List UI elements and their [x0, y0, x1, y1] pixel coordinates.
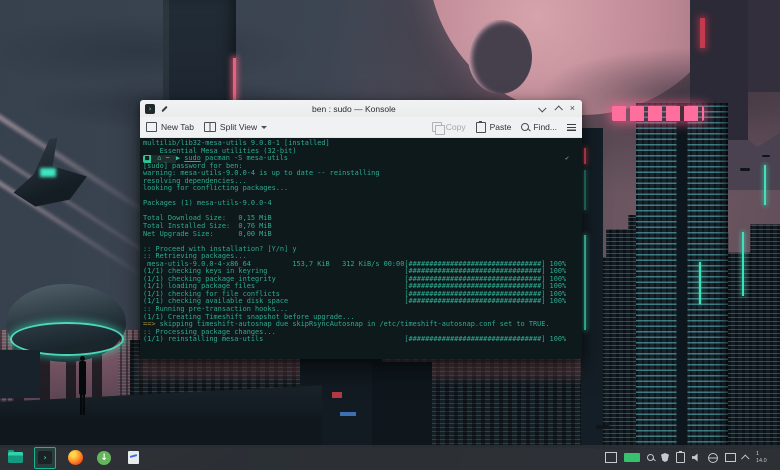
split-view-button[interactable]: Split View	[203, 122, 268, 132]
close-button[interactable]: ×	[570, 104, 575, 113]
new-tab-button[interactable]: New Tab	[146, 122, 194, 132]
wallpaper-person-silhouette	[80, 394, 85, 415]
firefox-icon	[67, 450, 83, 465]
wallpaper-red-neon	[700, 18, 705, 48]
files-icon	[7, 450, 23, 463]
wallpaper-tower	[748, 0, 780, 92]
pin-icon	[161, 105, 168, 112]
key-icon[interactable]	[647, 454, 654, 461]
wallpaper-spaceship-glow	[40, 168, 56, 177]
taskbar-item-document[interactable]	[123, 448, 143, 468]
wallpaper-teal-neon	[699, 262, 701, 304]
updater-icon	[97, 450, 111, 465]
clock[interactable]: 1 14.0	[756, 451, 780, 464]
terminal-line: Net Upgrade Size: 0,00 MiB	[143, 229, 272, 238]
find-button[interactable]: Find...	[521, 122, 557, 132]
pager-icon[interactable]	[605, 452, 617, 463]
wallpaper-teal-neon	[584, 170, 586, 210]
split-view-label: Split View	[219, 122, 258, 132]
clipboard-icon[interactable]	[676, 451, 685, 463]
task-icons	[0, 446, 143, 469]
display-icon[interactable]	[725, 453, 736, 462]
terminal-output[interactable]: multilib/lib32-mesa-utils 9.0.0-1 [insta…	[140, 138, 582, 359]
maximize-button[interactable]	[554, 104, 563, 114]
expand-caret-icon[interactable]	[741, 453, 750, 463]
paste-label: Paste	[489, 122, 512, 132]
paste-icon	[475, 120, 486, 133]
wallpaper-teal-neon	[742, 232, 744, 296]
konsole-icon	[38, 451, 52, 464]
wallpaper-roof-structure	[372, 362, 432, 445]
wallpaper-crescent-moon	[468, 20, 532, 94]
volume-icon[interactable]	[692, 453, 698, 462]
document-icon	[127, 451, 139, 464]
find-label: Find...	[533, 122, 557, 132]
terminal-line: Packages (1) mesa-utils-9.0.0-4	[143, 199, 272, 208]
new-tab-label: New Tab	[161, 122, 194, 132]
wallpaper-tower-windows	[636, 103, 728, 448]
wallpaper-roof-light	[332, 392, 342, 398]
network-icon[interactable]	[708, 452, 718, 463]
taskbar-item-firefox[interactable]	[65, 448, 85, 468]
wallpaper-teal-neon	[584, 235, 586, 330]
wallpaper-flying-vehicle	[762, 155, 770, 157]
wallpaper-pink-neon-sign	[612, 106, 704, 121]
copy-label: Copy	[445, 122, 466, 132]
taskbar-item-konsole-active[interactable]	[34, 446, 56, 469]
copy-icon	[431, 122, 445, 135]
wallpaper-roof-structure	[0, 350, 40, 398]
wallpaper-red-neon	[584, 148, 586, 164]
wallpaper-flying-vehicle	[596, 425, 610, 429]
copy-button[interactable]: Copy	[431, 122, 466, 135]
terminal-line: (1/1) reinstalling mesa-utils [#########…	[143, 335, 567, 344]
wallpaper-person-silhouette	[79, 361, 86, 395]
menu-button[interactable]	[567, 123, 576, 131]
split-view-icon	[203, 122, 216, 132]
titlebar[interactable]: ben : sudo — Konsole ×	[140, 100, 582, 117]
taskbar-item-files[interactable]	[5, 448, 25, 468]
hamburger-menu-icon	[567, 123, 576, 131]
konsole-window: ben : sudo — Konsole × New Tab Split Vie…	[140, 100, 582, 359]
konsole-window-icon	[145, 103, 155, 114]
clock-line2: 14.0	[756, 457, 767, 464]
terminal-line: looking for conflicting packages...	[143, 184, 289, 193]
window-title: ben : sudo — Konsole	[312, 103, 396, 114]
taskbar-item-updater[interactable]	[94, 448, 114, 468]
shield-icon[interactable]	[661, 453, 669, 462]
find-icon	[521, 123, 530, 131]
green-indicator[interactable]	[624, 453, 640, 462]
wallpaper-roof-light	[340, 412, 356, 416]
paste-button[interactable]: Paste	[475, 120, 512, 133]
clock-line1: 1	[756, 451, 760, 457]
system-tray: 1 14.0	[605, 451, 780, 464]
wallpaper-flying-vehicle	[740, 168, 750, 171]
wallpaper-teal-neon	[764, 165, 766, 205]
chevron-down-icon	[261, 125, 268, 129]
minimize-button[interactable]	[537, 103, 547, 113]
toolbar: New Tab Split View Copy Paste Find...	[140, 117, 582, 138]
new-tab-icon	[146, 122, 157, 132]
taskbar: 1 14.0	[0, 445, 780, 470]
